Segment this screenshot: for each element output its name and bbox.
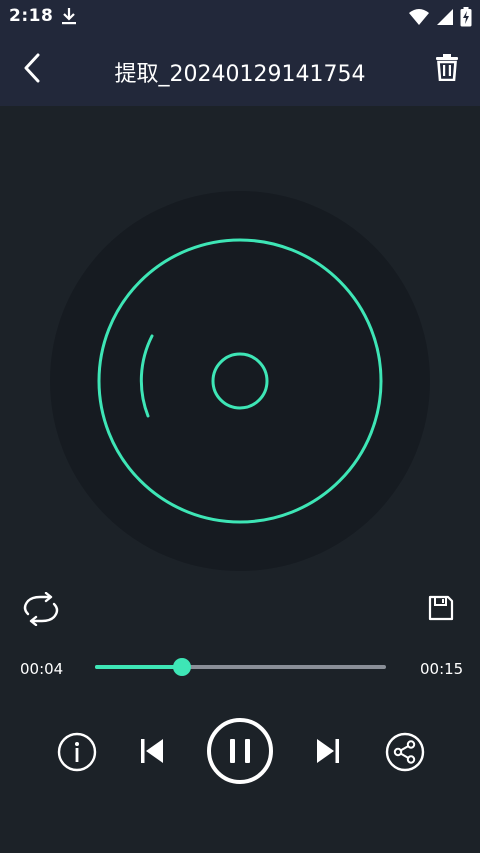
back-button[interactable]: [14, 50, 50, 90]
signal-icon: [436, 8, 454, 30]
trash-icon: [435, 53, 459, 85]
progress-thumb[interactable]: [173, 658, 192, 676]
share-icon: [385, 732, 425, 776]
save-button[interactable]: [423, 592, 459, 628]
previous-button[interactable]: [136, 737, 168, 769]
save-icon: [427, 594, 455, 626]
vinyl-disc-icon: [50, 191, 430, 571]
info-button[interactable]: [56, 732, 98, 776]
pause-icon: [206, 717, 274, 789]
battery-charging-icon: [460, 7, 472, 31]
chevron-left-icon: [22, 53, 42, 87]
progress-fill: [95, 665, 183, 669]
status-time: 2:18: [9, 6, 54, 26]
wifi-icon: [408, 8, 430, 30]
progress-slider[interactable]: [95, 658, 386, 676]
info-icon: [57, 732, 97, 776]
delete-button[interactable]: [432, 52, 462, 86]
top-app-bar: 提取_20240129141754: [0, 34, 480, 106]
disc-visual: [0, 106, 480, 666]
current-time: 00:04: [20, 660, 64, 678]
total-time: 00:15: [420, 660, 464, 678]
download-icon: [60, 6, 78, 30]
share-button[interactable]: [384, 732, 426, 776]
play-pause-button[interactable]: [206, 717, 274, 789]
status-icons: [408, 7, 472, 31]
repeat-icon: [20, 591, 62, 630]
skip-next-icon: [315, 737, 341, 769]
loop-button[interactable]: [19, 591, 63, 631]
next-button[interactable]: [312, 737, 344, 769]
status-bar: 2:18: [0, 0, 480, 34]
page-title: 提取_20240129141754: [114, 62, 366, 87]
skip-previous-icon: [139, 737, 165, 769]
